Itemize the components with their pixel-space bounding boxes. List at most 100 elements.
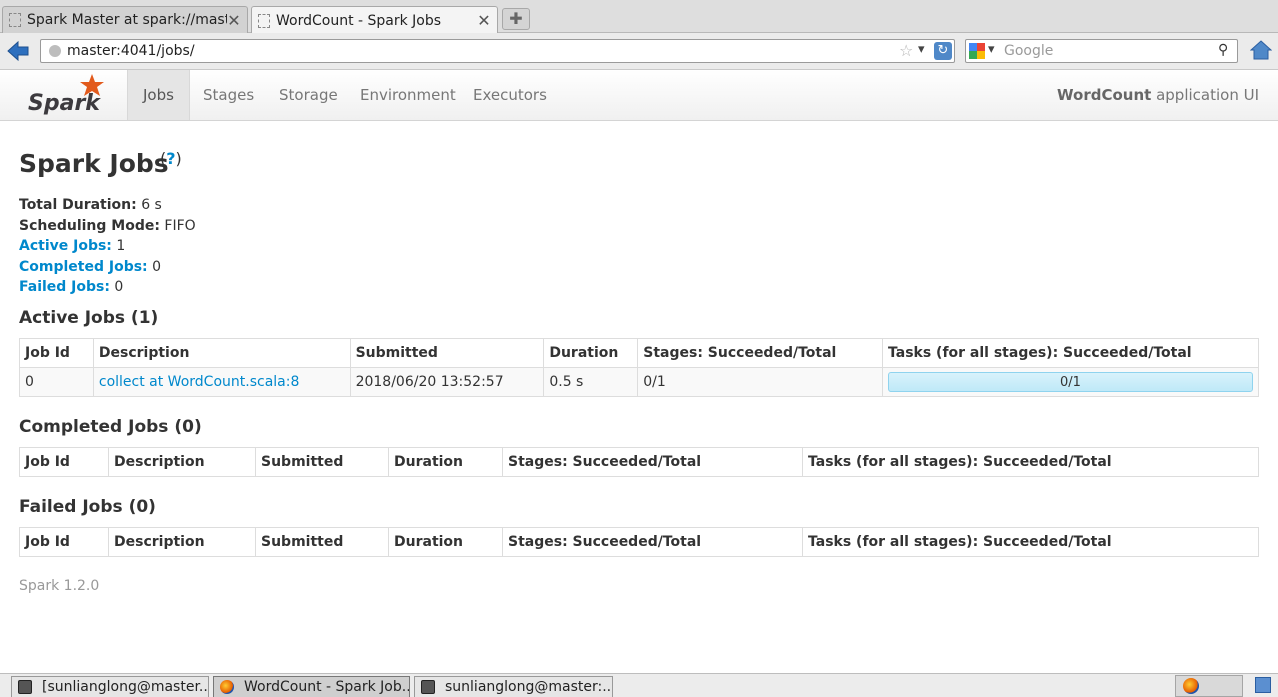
app-suffix: application UI xyxy=(1151,86,1259,104)
tasks-progress-bar: 0/1 xyxy=(888,372,1253,392)
col-duration[interactable]: Duration xyxy=(388,527,503,557)
col-job-id[interactable]: Job Id xyxy=(19,338,94,368)
col-tasks[interactable]: Tasks (for all stages): Succeeded/Total xyxy=(802,527,1259,557)
nav-environment[interactable]: Environment xyxy=(345,70,471,120)
description-cell: collect at WordCount.scala:8 xyxy=(92,367,351,397)
page-icon xyxy=(258,13,270,28)
failed-jobs-link[interactable]: Failed Jobs: xyxy=(19,279,110,295)
duration-cell: 0.5 s xyxy=(543,367,639,397)
col-description[interactable]: Description xyxy=(108,447,256,477)
nav-stages[interactable]: Stages xyxy=(188,70,269,120)
firefox-icon[interactable] xyxy=(1183,678,1199,694)
total-duration: Total Duration: 6 s xyxy=(19,197,162,213)
back-arrow-icon xyxy=(7,40,29,62)
browser-tab-spark-master[interactable]: Spark Master at spark://mast... ✕ xyxy=(2,6,248,33)
col-duration[interactable]: Duration xyxy=(543,338,639,368)
close-icon[interactable]: ✕ xyxy=(477,11,491,30)
col-duration[interactable]: Duration xyxy=(388,447,503,477)
nav-storage[interactable]: Storage xyxy=(264,70,353,120)
plus-icon: ✚ xyxy=(509,9,523,28)
chevron-down-icon[interactable]: ▾ xyxy=(918,42,925,57)
col-submitted[interactable]: Submitted xyxy=(255,527,389,557)
taskbar-item-label: WordCount - Spark Job... xyxy=(244,679,410,695)
col-submitted[interactable]: Submitted xyxy=(255,447,389,477)
close-icon[interactable]: ✕ xyxy=(227,11,241,30)
search-input[interactable]: Google xyxy=(1004,43,1053,59)
help-link[interactable]: (?) xyxy=(160,149,182,168)
app-title: WordCount application UI xyxy=(1057,70,1259,120)
failed-jobs-table: Job Id Description Submitted Duration St… xyxy=(19,527,1259,557)
completed-jobs-table: Job Id Description Submitted Duration St… xyxy=(19,447,1259,477)
col-description[interactable]: Description xyxy=(108,527,256,557)
job-summary: Total Duration: 6 s Scheduling Mode: FIF… xyxy=(19,195,196,298)
col-stages[interactable]: Stages: Succeeded/Total xyxy=(637,338,883,368)
taskbar-item-label: [sunlianglong@master... xyxy=(42,679,209,695)
page-icon xyxy=(9,13,21,27)
table-header-row: Job Id Description Submitted Duration St… xyxy=(19,338,1259,368)
taskbar-item-terminal-2[interactable]: sunlianglong@master:... xyxy=(414,676,613,697)
taskbar-item-firefox[interactable]: WordCount - Spark Job... xyxy=(213,676,410,697)
completed-jobs-count: Completed Jobs: 0 xyxy=(19,258,162,275)
tasks-cell: 0/1 xyxy=(882,367,1259,397)
back-button[interactable] xyxy=(6,40,32,62)
col-tasks[interactable]: Tasks (for all stages): Succeeded/Total xyxy=(882,338,1259,368)
terminal-icon xyxy=(18,680,32,694)
terminal-icon xyxy=(421,680,435,694)
reload-icon[interactable]: ↻ xyxy=(934,42,952,60)
col-job-id[interactable]: Job Id xyxy=(19,447,109,477)
tab-title: Spark Master at spark://mast... xyxy=(27,12,227,28)
col-job-id[interactable]: Job Id xyxy=(19,527,109,557)
help-question-icon[interactable]: ? xyxy=(166,149,175,168)
table-header-row: Job Id Description Submitted Duration St… xyxy=(19,527,1259,557)
google-icon[interactable] xyxy=(969,43,985,59)
job-description-link[interactable]: collect at WordCount.scala:8 xyxy=(99,374,299,390)
col-stages[interactable]: Stages: Succeeded/Total xyxy=(502,527,803,557)
spark-navbar: Spark Jobs Stages Storage Environment Ex… xyxy=(0,70,1278,121)
failed-jobs-count: Failed Jobs: 0 xyxy=(19,279,124,296)
new-tab-button[interactable]: ✚ xyxy=(502,8,530,30)
failed-jobs-heading: Failed Jobs (0) xyxy=(19,497,156,517)
col-submitted[interactable]: Submitted xyxy=(349,338,545,368)
browser-navigation-bar: master:4041/jobs/ ☆ ▾ ↻ ▾ Google ⚲ xyxy=(0,33,1278,70)
spark-version: Spark 1.2.0 xyxy=(19,578,100,594)
stages-cell: 0/1 xyxy=(637,367,883,397)
svg-text:Spark: Spark xyxy=(28,91,101,116)
firefox-icon xyxy=(220,680,234,694)
bookmark-star-icon[interactable]: ☆ xyxy=(899,41,913,60)
chevron-down-icon[interactable]: ▾ xyxy=(988,42,995,57)
active-jobs-count: Active Jobs: 1 xyxy=(19,238,126,255)
binoculars-icon[interactable]: ⚲ xyxy=(1218,42,1228,58)
browser-tab-wordcount[interactable]: WordCount - Spark Jobs ✕ xyxy=(251,6,498,34)
table-row: 0 collect at WordCount.scala:8 2018/06/2… xyxy=(19,367,1259,397)
globe-icon xyxy=(49,45,61,57)
show-desktop-icon[interactable] xyxy=(1255,677,1271,693)
page-title: Spark Jobs xyxy=(19,149,169,178)
home-button[interactable] xyxy=(1249,39,1273,61)
spark-logo[interactable]: Spark xyxy=(28,72,108,118)
taskbar-item-terminal-1[interactable]: [sunlianglong@master... xyxy=(11,676,209,697)
col-stages[interactable]: Stages: Succeeded/Total xyxy=(502,447,803,477)
browser-tab-bar: Spark Master at spark://mast... ✕ WordCo… xyxy=(0,0,1278,34)
spark-logo-icon: Spark xyxy=(28,74,104,116)
active-jobs-link[interactable]: Active Jobs: xyxy=(19,238,112,254)
scheduling-mode: Scheduling Mode: FIFO xyxy=(19,217,196,234)
col-tasks[interactable]: Tasks (for all stages): Succeeded/Total xyxy=(802,447,1259,477)
home-icon xyxy=(1249,40,1273,60)
active-jobs-heading: Active Jobs (1) xyxy=(19,308,159,328)
nav-jobs[interactable]: Jobs xyxy=(127,70,190,120)
address-bar[interactable]: master:4041/jobs/ ☆ ▾ ↻ xyxy=(40,39,955,63)
submitted-cell: 2018/06/20 13:52:57 xyxy=(349,367,545,397)
nav-executors[interactable]: Executors xyxy=(458,70,562,120)
completed-jobs-heading: Completed Jobs (0) xyxy=(19,417,202,437)
progress-text: 0/1 xyxy=(1060,375,1081,390)
url-text[interactable]: master:4041/jobs/ xyxy=(67,43,195,59)
completed-jobs-link[interactable]: Completed Jobs: xyxy=(19,259,148,275)
app-name: WordCount xyxy=(1057,86,1152,104)
col-description[interactable]: Description xyxy=(92,338,351,368)
job-id-cell: 0 xyxy=(19,367,94,397)
tab-title: WordCount - Spark Jobs xyxy=(276,12,442,29)
os-taskbar: [sunlianglong@master... WordCount - Spar… xyxy=(0,673,1278,697)
table-header-row: Job Id Description Submitted Duration St… xyxy=(19,447,1259,477)
taskbar-item-label: sunlianglong@master:... xyxy=(445,679,613,695)
search-bar[interactable]: ▾ Google ⚲ xyxy=(965,39,1238,63)
